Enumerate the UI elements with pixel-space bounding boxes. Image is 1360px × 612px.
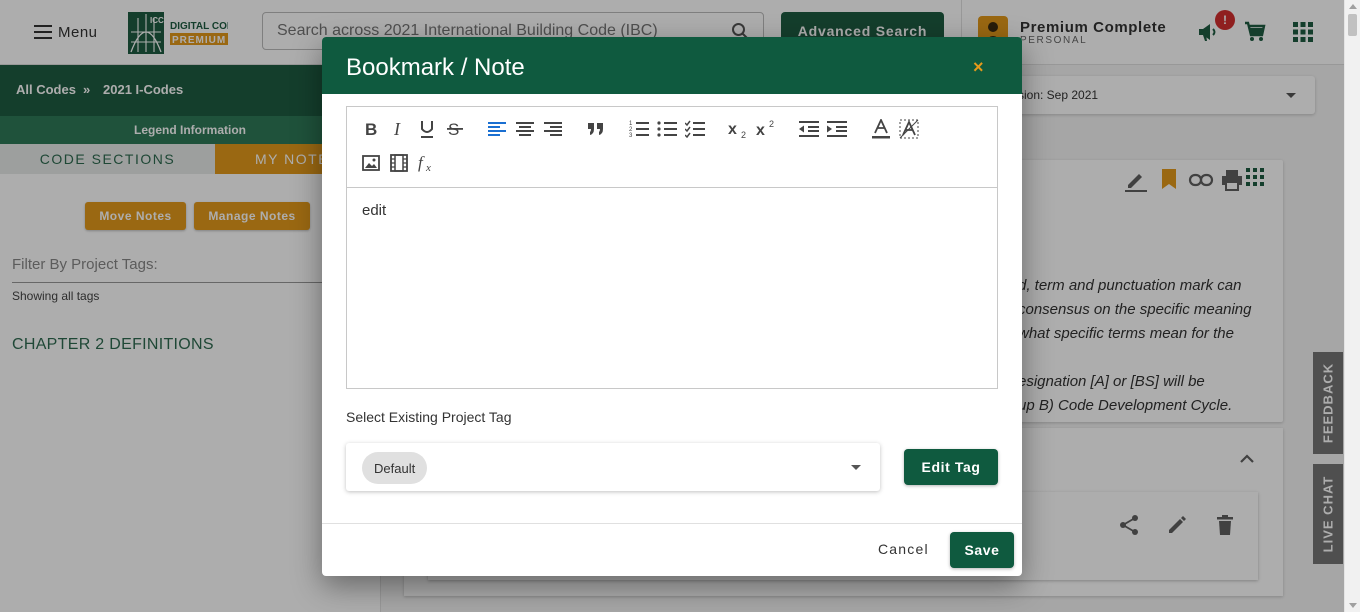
align-right-icon[interactable] [542, 118, 564, 140]
rich-text-editor: B I S 123 x2 x2 fx edit [346, 106, 998, 389]
scroll-thumb[interactable] [1348, 14, 1357, 36]
scroll-down-arrow-icon[interactable] [1349, 603, 1357, 608]
svg-text:x: x [425, 162, 431, 173]
svg-text:3: 3 [629, 133, 633, 138]
video-icon[interactable] [388, 152, 410, 174]
image-icon[interactable] [360, 152, 382, 174]
ordered-list-icon[interactable]: 123 [628, 118, 650, 140]
strikethrough-icon[interactable]: S [444, 118, 466, 140]
svg-text:2: 2 [741, 130, 746, 139]
background-color-icon[interactable] [898, 118, 920, 140]
checklist-icon[interactable] [684, 118, 706, 140]
project-tag-label: Select Existing Project Tag [346, 409, 512, 425]
indent-icon[interactable] [826, 118, 848, 140]
outdent-icon[interactable] [798, 118, 820, 140]
align-center-icon[interactable] [514, 118, 536, 140]
bullet-list-icon[interactable] [656, 118, 678, 140]
editor-toolbar: B I S 123 x2 x2 fx [347, 107, 997, 188]
close-icon[interactable]: × [973, 57, 984, 78]
align-left-icon[interactable] [486, 118, 508, 140]
font-color-icon[interactable] [870, 118, 892, 140]
bookmark-note-dialog: Bookmark / Note × B I S 123 x2 x2 fx edi… [322, 37, 1022, 576]
subscript-icon[interactable]: x2 [727, 118, 749, 140]
dialog-title: Bookmark / Note [346, 54, 525, 81]
scroll-up-arrow-icon[interactable] [1349, 4, 1357, 9]
save-button[interactable]: Save [950, 532, 1014, 568]
bold-icon[interactable]: B [360, 118, 382, 140]
blockquote-icon[interactable] [585, 118, 607, 140]
svg-text:x: x [728, 121, 737, 138]
svg-text:x: x [756, 122, 765, 139]
cancel-button[interactable]: Cancel [878, 541, 929, 557]
dialog-divider [322, 523, 1022, 524]
superscript-icon[interactable]: x2 [755, 118, 777, 140]
page-scrollbar[interactable] [1344, 0, 1360, 612]
underline-icon[interactable] [416, 118, 438, 140]
formula-icon[interactable]: fx [416, 152, 438, 174]
project-tag-select[interactable]: Default [346, 443, 880, 491]
italic-icon[interactable]: I [388, 118, 410, 140]
tag-chip[interactable]: Default [362, 452, 428, 484]
svg-text:2: 2 [769, 119, 774, 129]
edit-tag-button[interactable]: Edit Tag [904, 449, 998, 485]
editor-content[interactable]: edit [362, 202, 386, 219]
svg-text:I: I [393, 120, 401, 138]
chevron-down-icon[interactable] [851, 465, 861, 470]
svg-text:B: B [365, 120, 377, 138]
svg-text:f: f [418, 153, 425, 172]
